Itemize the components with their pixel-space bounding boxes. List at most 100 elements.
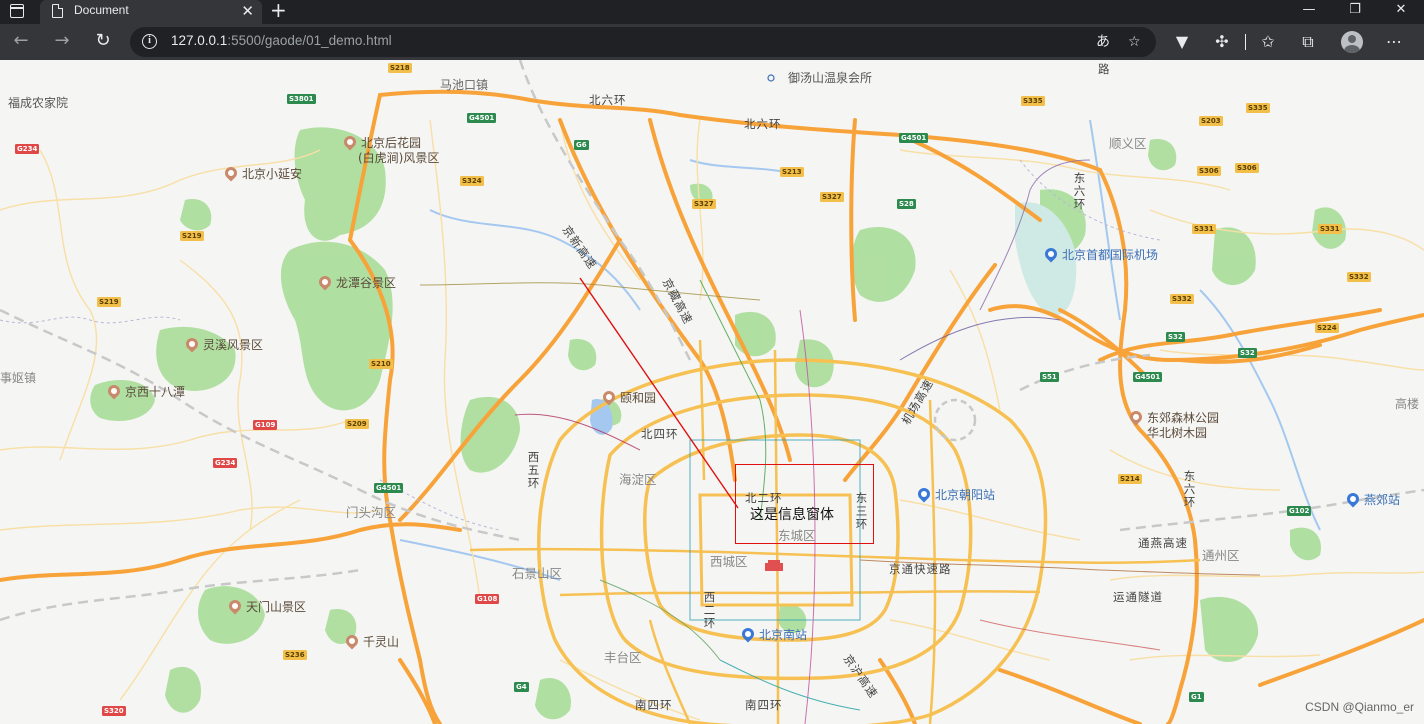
pin-icon [343,632,361,650]
shield-s51: S51 [1040,372,1059,382]
shield-s28: S28 [897,199,916,209]
poi-dongjiaosenlin[interactable]: 东郊森林公园 [1127,408,1219,426]
road-north6-b: 北六环 [744,117,782,131]
shield-s331: S331 [1192,224,1216,234]
info-window-text: 这是信息窗体 [750,507,834,523]
shield-g6: G6 [574,140,589,150]
road-lu: 路 [1098,62,1111,76]
road-south4-a: 南四环 [635,698,673,712]
poi-houhuayuan[interactable]: 北京后花园 [341,133,421,151]
poi-gaolou: 高楼 [1395,397,1420,411]
close-icon[interactable]: ✕ [1378,0,1424,24]
pin-icon [341,133,359,151]
shield-s203: S203 [1199,116,1223,126]
tab-close-icon[interactable]: ✕ [241,2,254,20]
shield-g4501: G4501 [467,113,497,123]
map-container[interactable]: S218 S3801 G4501 G6 S324 S327 S213 S327 … [0,60,1424,724]
road-yuntong: 运通隧道 [1113,590,1163,604]
station-icon [1344,490,1362,508]
poi-dongjiaosenlin-sub: 华北树木园 [1147,426,1208,440]
road-tongyan: 通燕高速 [1138,536,1188,550]
watermark: CSDN @Qianmo_er [1305,700,1414,714]
shield-g4501c: G4501 [1133,372,1163,382]
shield-s3801: S3801 [287,94,316,104]
shield-g234: G234 [15,144,40,154]
info-icon[interactable]: i [142,34,157,49]
document-icon [52,4,63,18]
shield-s320: S320 [102,706,126,716]
poi-jingxi18[interactable]: 京西十八潭 [105,382,185,400]
road-north6-a: 北六环 [589,93,627,107]
minimize-icon[interactable]: — [1286,0,1332,24]
poi-yiheyuan[interactable]: 颐和园 [600,388,656,406]
pin-icon [222,164,240,182]
window-icon[interactable] [10,4,24,18]
shield-s335: S335 [1021,96,1045,106]
more-icon[interactable]: ⋯ [1382,30,1406,54]
poi-fuchengnongjiayuan[interactable]: 福成农家院 [8,96,68,110]
browser-toolbar: ← → ↻ i 127.0.0.1:5500/gaode/01_demo.htm… [0,24,1424,60]
poi-lingxi[interactable]: 灵溪风景区 [183,335,263,353]
extension-v-icon[interactable]: ▼ [1170,30,1194,54]
pin-icon [105,382,123,400]
district-shijingshan: 石景山区 [512,566,563,581]
favorite-add-icon[interactable]: ☆ [1128,32,1141,52]
tab-document[interactable]: Document ✕ [40,0,262,24]
road-east6: 东六环 [1073,171,1087,211]
shield-g109: G109 [253,420,278,430]
district-haidian: 海淀区 [619,472,657,487]
profile-avatar[interactable] [1341,31,1363,53]
reload-icon[interactable]: ↻ [91,30,115,54]
forward-icon[interactable]: → [50,30,74,54]
shield-s335b: S335 [1246,103,1270,113]
poi-xiaoyanan[interactable]: 北京小延安 [222,164,302,182]
shield-s218: S218 [388,63,412,73]
pin-icon [1127,408,1145,426]
collections-icon[interactable]: ⧉ [1296,30,1320,54]
shield-s32: S32 [1166,332,1185,342]
district-xicheng: 西城区 [710,554,748,569]
district-fengtai: 丰台区 [604,650,642,665]
shield-s236: S236 [283,650,307,660]
road-jingtong: 京通快速路 [889,562,952,576]
shield-g234b: G234 [213,458,238,468]
district-shunyi: 顺义区 [1109,136,1147,151]
toolbar-separator [1245,34,1246,50]
favorites-icon[interactable]: ✩ [1256,30,1280,54]
shield-s306b: S306 [1235,163,1259,173]
puzzle-icon[interactable]: ✣ [1210,30,1234,54]
shield-s224: S224 [1315,323,1339,333]
poi-town-left: 事妪镇 [0,371,37,385]
station-icon [739,625,757,643]
shield-g108: G108 [475,594,500,604]
station-icon [915,485,933,503]
new-tab-button[interactable]: + [270,0,287,20]
poi-longtangu[interactable]: 龙潭谷景区 [316,273,396,291]
poi-qianlingshan[interactable]: 千灵山 [343,632,399,650]
url-text[interactable]: 127.0.0.1:5500/gaode/01_demo.html [171,33,392,48]
shield-g4501b: G4501 [899,133,929,143]
address-bar[interactable]: i 127.0.0.1:5500/gaode/01_demo.html あ ☆ [130,27,1156,57]
pin-icon [316,273,334,291]
poi-south-station[interactable]: 北京南站 [739,625,807,643]
back-icon[interactable]: ← [9,30,33,54]
shield-g4501d: G4501 [374,483,404,493]
poi-airport[interactable]: 北京首都国际机场 [1042,245,1158,263]
shield-s32b: S32 [1238,348,1257,358]
district-mentougou: 门头沟区 [346,505,397,520]
shield-s324: S324 [460,176,484,186]
road-west2: 西二环 [703,590,717,630]
shield-s327b: S327 [820,192,844,202]
poi-yanjiao[interactable]: 燕郊站 [1344,490,1400,508]
translate-icon[interactable]: あ [1096,32,1110,52]
road-south4-b: 南四环 [745,698,783,712]
shield-s213: S213 [780,167,804,177]
poi-chaoyang-station[interactable]: 北京朝阳站 [915,485,995,503]
poi-machikou[interactable]: 马池口镇 [440,78,488,92]
shield-s209: S209 [345,419,369,429]
maximize-icon[interactable]: ❐ [1332,0,1378,24]
poi-yutangshan[interactable]: 御汤山温泉会所 [788,71,872,85]
poi-tianmenshan[interactable]: 天门山景区 [226,597,306,615]
shield-s210: S210 [369,359,393,369]
shield-s219b: S219 [97,297,121,307]
